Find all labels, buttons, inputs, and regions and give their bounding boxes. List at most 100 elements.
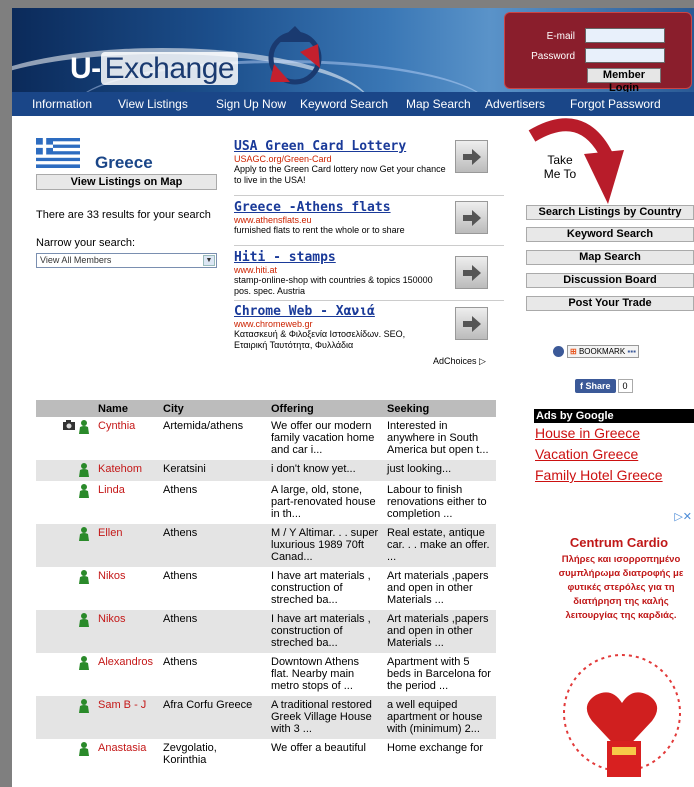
- google-ad-link[interactable]: Vacation Greece: [534, 444, 694, 465]
- row-icons: [36, 524, 94, 567]
- cell-city: Athens: [163, 656, 198, 668]
- bookmark-widget[interactable]: ⊞ BOOKMARK ▪▪▪: [553, 345, 639, 358]
- bookmark-plus-icon: ⊞: [570, 347, 577, 356]
- table-row[interactable]: Nikos Athens I have art materials , constr…: [36, 610, 496, 653]
- cell-offering: We offer our modern family vacation home…: [271, 420, 375, 456]
- adchoices-link[interactable]: AdChoices ▷: [433, 356, 486, 367]
- cell-city: Artemida/athens: [163, 420, 244, 432]
- password-label: Password: [531, 51, 575, 62]
- greece-flag-icon: [36, 138, 80, 168]
- adchoices-label: AdChoices: [433, 356, 477, 366]
- header-offering[interactable]: Offering: [267, 400, 383, 417]
- main-nav: Information View Listings Sign Up Now Ke…: [12, 92, 694, 116]
- header-seeking[interactable]: Seeking: [383, 400, 496, 417]
- facebook-share[interactable]: f Share 0: [575, 379, 633, 393]
- country-title: Greece: [95, 153, 153, 172]
- member-login-button[interactable]: Member Login: [587, 68, 661, 92]
- nav-view-listings[interactable]: View Listings: [118, 97, 188, 111]
- view-listings-on-map-button[interactable]: View Listings on Map: [36, 174, 217, 190]
- password-field[interactable]: [585, 48, 665, 63]
- ad-description: Apply to the Green Card lottery now Get …: [234, 164, 446, 185]
- site-logo[interactable]: U- Exchange: [70, 52, 239, 86]
- text-ad-1[interactable]: USA Green Card Lottery USAGC.org/Green-C…: [234, 139, 504, 186]
- banner-ad[interactable]: ▷✕ Centrum Cardio Πλήρες και ισορροπημέν…: [544, 508, 694, 787]
- table-row[interactable]: Nikos Athens I have art materials , constr…: [36, 567, 496, 610]
- nav-advertisers[interactable]: Advertisers: [485, 97, 545, 111]
- nav-keyword-search[interactable]: Keyword Search: [300, 97, 388, 111]
- ad-go-button[interactable]: [455, 307, 488, 340]
- ad-divider: [234, 195, 504, 196]
- member-filter-value: View All Members: [40, 255, 112, 265]
- row-icons: [36, 481, 94, 524]
- keyword-search-button[interactable]: Keyword Search: [526, 227, 694, 242]
- table-row[interactable]: Sam B - J Afra Corfu Greece A traditional …: [36, 696, 496, 739]
- email-field[interactable]: [585, 28, 665, 43]
- camera-icon[interactable]: [62, 420, 75, 430]
- google-ad-link[interactable]: House in Greece: [534, 423, 694, 444]
- table-row[interactable]: Anastasia Zevgolatio, Korinthia We offer a…: [36, 739, 496, 770]
- table-row[interactable]: Cynthia Artemida/athens We offer our moder…: [36, 417, 496, 460]
- cell-name[interactable]: Nikos: [94, 610, 159, 653]
- nav-forgot-password[interactable]: Forgot Password: [570, 97, 661, 111]
- nav-map-search[interactable]: Map Search: [406, 97, 471, 111]
- header-city[interactable]: City: [159, 400, 267, 417]
- cell-name[interactable]: Linda: [94, 481, 159, 524]
- text-ad-4[interactable]: Chrome Web - Χανιά www.chromeweb.gr Κατα…: [234, 304, 504, 351]
- ad-go-button[interactable]: [455, 201, 488, 234]
- member-icon: [79, 699, 89, 713]
- member-icon: [79, 742, 89, 756]
- cell-name[interactable]: Alexandros: [94, 653, 159, 696]
- google-ad-link[interactable]: Family Hotel Greece: [534, 465, 694, 486]
- search-by-country-button[interactable]: Search Listings by Country: [526, 205, 694, 220]
- text-ad-2[interactable]: Greece -Athens flats www.athensflats.eu …: [234, 200, 504, 236]
- cell-city: Athens: [163, 570, 198, 582]
- cell-seeking: Apartment with 5 beds in Barcelona for t…: [387, 656, 491, 692]
- nav-sign-up-now[interactable]: Sign Up Now: [216, 97, 286, 111]
- ad-divider: [234, 300, 504, 301]
- table-row[interactable]: Ellen Athens M / Y Altimar. . . super luxu…: [36, 524, 496, 567]
- ad-go-button[interactable]: [455, 256, 488, 289]
- table-body: Cynthia Artemida/athens We offer our moder…: [36, 417, 496, 770]
- member-filter-select[interactable]: View All Members ▼: [36, 253, 217, 268]
- table-row[interactable]: Alexandros Athens Downtown Athens flat. Ne…: [36, 653, 496, 696]
- header-icons: [36, 400, 94, 417]
- chevron-down-icon[interactable]: ▼: [203, 255, 215, 266]
- table-row[interactable]: Linda Athens A large, old, stone, part-ren…: [36, 481, 496, 524]
- cell-city: Athens: [159, 610, 267, 653]
- cell-name[interactable]: Sam B - J: [94, 696, 159, 739]
- arrow-right-icon: [463, 210, 481, 226]
- ads-by-google-header[interactable]: Ads by Google: [534, 409, 694, 423]
- member-icon: [79, 484, 89, 498]
- ad-description: furnished flats to rent the whole or to …: [234, 225, 405, 235]
- text-ad-3[interactable]: Hiti - stamps www.hiti.at stamp-online-s…: [234, 250, 504, 297]
- discussion-board-button[interactable]: Discussion Board: [526, 273, 694, 288]
- ad-close-icon[interactable]: ▷✕: [674, 510, 692, 523]
- cell-offering: We offer a beautiful: [271, 742, 366, 754]
- google-ads-box: Ads by Google House in Greece Vacation G…: [534, 409, 694, 486]
- member-icon: [79, 527, 89, 541]
- heart-logo-icon: [563, 654, 681, 777]
- take-me-to-label: Take Me To: [543, 153, 577, 181]
- ad-divider: [234, 245, 504, 246]
- cell-offering: I have art materials , construction of s…: [271, 570, 371, 606]
- cell-name[interactable]: Nikos: [94, 567, 159, 610]
- arrow-right-icon: [463, 316, 481, 332]
- nav-information[interactable]: Information: [32, 97, 92, 111]
- bookmark-button[interactable]: ⊞ BOOKMARK ▪▪▪: [567, 345, 639, 358]
- cell-seeking: Art materials ,papers and open in other …: [387, 570, 489, 606]
- cell-seeking: Labour to finish renovations either to c…: [387, 484, 487, 520]
- table-row[interactable]: Katehom Keratsini i don't know yet... just …: [36, 460, 496, 481]
- ad-go-button[interactable]: [455, 140, 488, 173]
- cell-offering: A traditional restored Greek Village Hou…: [267, 696, 383, 739]
- row-icons: [36, 567, 94, 610]
- cell-name[interactable]: Cynthia: [94, 417, 159, 460]
- cell-name[interactable]: Anastasia: [94, 739, 159, 770]
- map-search-button[interactable]: Map Search: [526, 250, 694, 265]
- header-name[interactable]: Name: [94, 400, 159, 417]
- cell-name[interactable]: Katehom: [94, 460, 159, 481]
- post-your-trade-button[interactable]: Post Your Trade: [526, 296, 694, 311]
- facebook-share-button[interactable]: f Share: [575, 379, 616, 393]
- cell-name[interactable]: Ellen: [94, 524, 159, 567]
- site-header: U- Exchange E-mail Password Member Login: [12, 8, 694, 92]
- share-count: 0: [617, 379, 633, 393]
